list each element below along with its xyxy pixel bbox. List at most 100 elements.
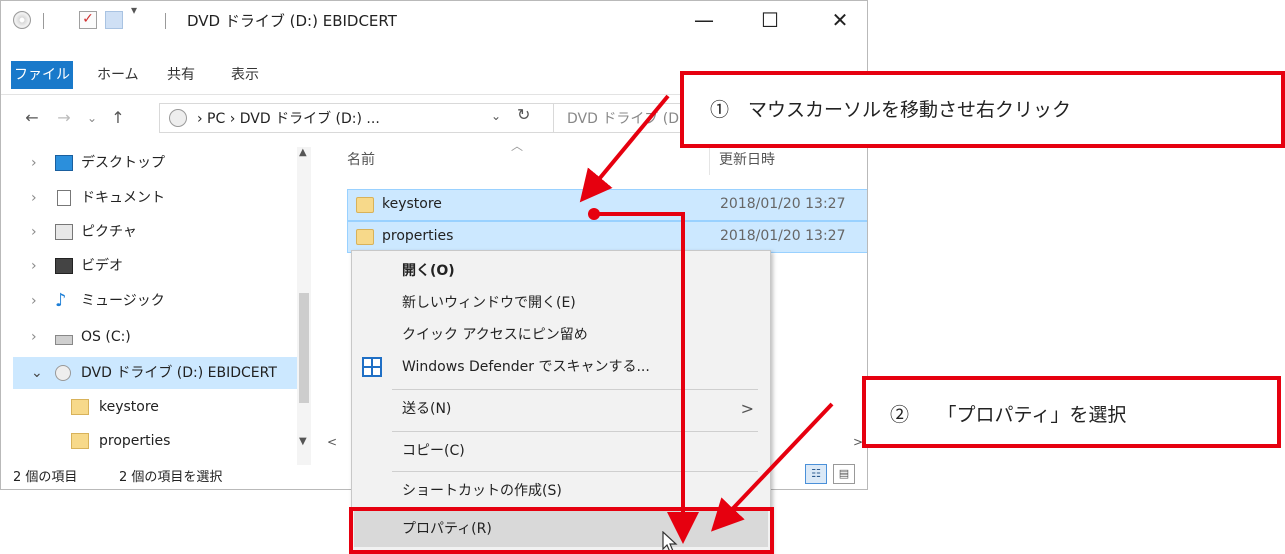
desktop-icon [55,155,73,171]
nav-scrollbar-thumb[interactable] [299,293,309,403]
tab-share[interactable]: 共有 [167,61,195,89]
maximize-button[interactable]: ☐ [747,5,793,35]
nav-item-label: OS (C:) [81,329,131,345]
dvd-icon [169,109,187,127]
details-view-button[interactable]: ☷ [805,464,827,484]
nav-item-label: ピクチャ [81,224,137,240]
chevron-right-icon[interactable]: › [31,182,37,214]
chevron-right-icon[interactable]: › [31,216,37,248]
column-header-name[interactable]: 名前 [347,149,375,169]
file-row-properties[interactable]: properties 2018/01/20 13:27 [347,221,867,253]
menu-item-open[interactable]: 開く(O) [352,255,770,287]
address-dropdown-button[interactable]: ⌄ [491,109,501,123]
chevron-right-icon[interactable]: › [31,250,37,282]
status-item-count: 2 個の項目 [13,470,78,485]
menu-item-label: Windows Defender でスキャンする... [402,359,650,375]
menu-separator [392,431,758,432]
close-button[interactable]: ✕ [817,5,863,35]
annotation-step2: ② 「プロパティ」を選択 [862,376,1281,448]
window-title: DVD ドライブ (D:) EBIDCERT [187,12,397,30]
chevron-right-icon[interactable]: › [31,147,37,179]
nav-item-label: ドキュメント [81,190,165,206]
menu-item-send-to[interactable]: 送る(N) > [352,393,770,425]
address-path[interactable]: › PC › DVD ドライブ (D:) ... [197,108,380,128]
nav-item-label: DVD ドライブ (D:) EBIDCERT [81,365,277,381]
music-icon: ♪ [55,290,67,311]
documents-icon [57,190,71,206]
large-icons-view-button[interactable]: ▤ [833,464,855,484]
scroll-down-icon[interactable]: ▼ [299,436,307,447]
video-icon [55,258,73,274]
new-folder-quick-icon[interactable] [105,11,123,29]
nav-item-label: properties [99,433,171,449]
dvd-icon [13,11,31,29]
nav-item-desktop[interactable]: › デスクトップ [1,147,291,179]
nav-item-pictures[interactable]: › ピクチャ [1,216,291,248]
title-separator [165,13,166,29]
column-header-date[interactable]: 更新日時 [719,149,775,169]
folder-icon [71,433,89,449]
status-selected-count: 2 個の項目を選択 [119,470,223,485]
tab-view[interactable]: 表示 [231,61,259,89]
nav-item-label: ミュージック [81,293,165,309]
file-row-keystore[interactable]: keystore 2018/01/20 13:27 [347,189,867,221]
menu-item-label: ショートカットの作成(S) [402,483,562,499]
menu-item-label: 新しいウィンドウで開く(E) [402,295,576,311]
back-button[interactable]: ← [19,105,45,131]
nav-item-properties[interactable]: properties [1,425,291,457]
menu-item-copy[interactable]: コピー(C) [352,435,770,467]
customize-quick-access-icon[interactable]: ▾ [131,1,137,19]
submenu-arrow-icon: > [740,399,754,418]
scroll-up-icon[interactable]: ▲ [299,147,307,158]
menu-separator [392,471,758,472]
nav-item-dvd-drive[interactable]: ⌄ DVD ドライブ (D:) EBIDCERT [1,357,291,389]
menu-item-defender-scan[interactable]: Windows Defender でスキャンする... [352,351,770,383]
annotation-step1-text: ① マウスカーソルを移動させ右クリック [710,99,1072,121]
file-name: properties [382,228,454,244]
chevron-right-icon[interactable]: › [31,321,37,353]
annotation-step2-text: ② 「プロパティ」を選択 [890,404,1127,426]
nav-item-label: ビデオ [81,258,123,274]
refresh-button[interactable]: ↻ [517,105,530,124]
forward-button[interactable]: → [51,105,77,131]
menu-item-pin-quick-access[interactable]: クイック アクセスにピン留め [352,319,770,351]
nav-item-videos[interactable]: › ビデオ [1,250,291,282]
properties-highlight-frame [349,507,774,554]
sort-indicator-icon: ︿ [511,139,524,153]
recent-locations-button[interactable]: ⌄ [79,105,105,131]
folder-icon [71,399,89,415]
menu-separator [392,389,758,390]
menu-item-label: 開く(O) [402,263,455,279]
properties-quick-icon[interactable]: ✓ [79,11,97,29]
title-separator [43,13,44,29]
menu-item-label: コピー(C) [402,443,465,459]
drive-icon [55,335,73,345]
nav-item-keystore[interactable]: keystore [1,391,291,423]
folder-icon [356,229,374,245]
windows-defender-icon [362,357,382,377]
menu-item-create-shortcut[interactable]: ショートカットの作成(S) [352,475,770,507]
file-name: keystore [382,196,442,212]
nav-item-label: デスクトップ [81,155,165,171]
menu-item-open-new-window[interactable]: 新しいウィンドウで開く(E) [352,287,770,319]
dvd-icon [55,365,71,381]
scroll-left-icon[interactable]: < [327,435,337,449]
file-date: 2018/01/20 13:27 [720,228,846,244]
menu-item-label: 送る(N) [402,401,452,417]
tab-home[interactable]: ホーム [97,61,139,89]
chevron-down-icon[interactable]: ⌄ [31,357,43,389]
annotation-step1: ① マウスカーソルを移動させ右クリック [680,71,1285,148]
nav-item-documents[interactable]: › ドキュメント [1,182,291,214]
nav-item-label: keystore [99,399,159,415]
pictures-icon [55,224,73,240]
nav-item-os-c[interactable]: › OS (C:) [1,321,291,353]
menu-item-label: クイック アクセスにピン留め [402,327,588,343]
chevron-right-icon[interactable]: › [31,285,37,317]
up-button[interactable]: ↑ [105,105,131,131]
nav-item-music[interactable]: › ♪ ミュージック [1,285,291,317]
search-placeholder: DVD ドライブ (D [567,111,680,127]
tab-file[interactable]: ファイル [11,61,73,89]
folder-icon [356,197,374,213]
minimize-button[interactable]: — [681,5,727,35]
file-date: 2018/01/20 13:27 [720,196,846,212]
